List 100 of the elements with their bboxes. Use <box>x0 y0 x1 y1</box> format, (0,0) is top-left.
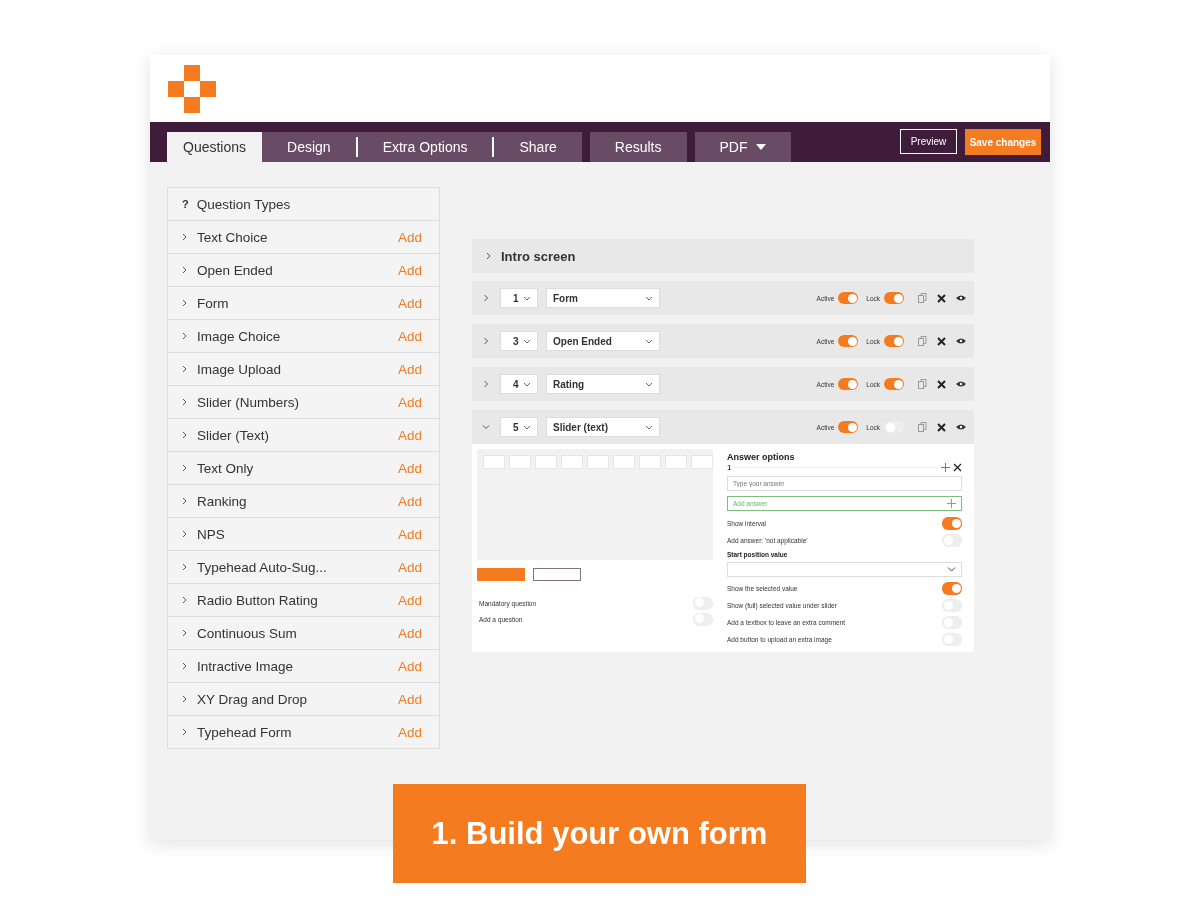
chevron-icon[interactable] <box>482 380 490 388</box>
question-type-label: Text Only <box>197 460 255 476</box>
active-toggle[interactable] <box>838 335 859 347</box>
move-icon[interactable] <box>941 463 950 472</box>
tab[interactable]: Results <box>589 132 687 162</box>
question-type-label: Intractive Image <box>197 658 295 674</box>
chevron-icon <box>182 497 187 505</box>
eye-icon[interactable] <box>956 381 966 387</box>
question-type-item[interactable]: Open Ended Add <box>168 254 439 287</box>
caption-banner: 1. Build your own form <box>393 784 806 883</box>
tab[interactable]: PDF <box>694 132 791 162</box>
lock-toggle[interactable] <box>884 335 904 347</box>
close-icon[interactable] <box>937 422 946 432</box>
question-type-item[interactable]: Radio Button Rating Add <box>168 584 439 617</box>
chevron-icon <box>182 332 187 340</box>
intro-bar[interactable]: Intro screen <box>472 239 974 273</box>
chevron-icon <box>182 398 187 406</box>
lock-toggle[interactable] <box>884 378 904 390</box>
preview-box <box>587 455 609 469</box>
question-type-label: Continuous Sum <box>197 625 298 641</box>
preview-box <box>665 455 687 469</box>
question-type-item[interactable]: Text Choice Add <box>168 221 439 254</box>
close-icon[interactable] <box>937 293 946 303</box>
preview-box <box>535 455 557 469</box>
question-type-item[interactable]: Slider (Text) Add <box>168 419 439 452</box>
preview-box <box>561 455 583 469</box>
tab[interactable]: Questions <box>167 132 263 162</box>
chevron-icon[interactable] <box>482 423 490 431</box>
chevron-down-icon <box>645 295 653 301</box>
copy-icon[interactable] <box>918 293 927 303</box>
tab[interactable]: Extra Options <box>357 132 493 162</box>
chevron-down-icon <box>523 338 531 344</box>
chevron-down-icon <box>523 424 531 430</box>
question-type-item[interactable]: Continuous Sum Add <box>168 617 439 650</box>
question-type-item[interactable]: Intractive Image Add <box>168 650 439 683</box>
question-type-item[interactable]: Form Add <box>168 287 439 320</box>
option-toggle[interactable] <box>942 582 962 595</box>
question-type-item[interactable]: Image Choice Add <box>168 320 439 353</box>
chevron-icon[interactable] <box>482 294 490 302</box>
preview-box <box>639 455 661 469</box>
chevron-icon <box>182 464 187 472</box>
active-toggle[interactable] <box>838 378 859 390</box>
question-type-label: Typehead Auto-Sug... <box>197 559 328 575</box>
tab[interactable]: Design <box>262 132 356 162</box>
chevron-down-icon <box>523 295 531 301</box>
question-type-item[interactable]: Ranking Add <box>168 485 439 518</box>
plus-icon <box>947 499 956 508</box>
chevron-icon <box>182 233 187 241</box>
start-position-select[interactable] <box>727 562 962 577</box>
question-mark: ? <box>182 198 189 210</box>
copy-icon[interactable] <box>918 336 927 346</box>
number-select[interactable]: 4 <box>500 374 538 394</box>
question-type-label: Slider (Numbers) <box>197 394 301 410</box>
preview-button[interactable]: Preview <box>900 129 957 154</box>
chevron-down-icon <box>947 567 956 572</box>
question-type-label: Ranking <box>197 493 248 509</box>
chevron-icon <box>182 695 187 703</box>
option-toggle[interactable] <box>942 517 962 530</box>
question-type-item[interactable]: Text Only Add <box>168 452 439 485</box>
question-type-item[interactable]: Typehead Auto-Sug... Add <box>168 551 439 584</box>
question-type-label: Open Ended <box>197 262 274 278</box>
chevron-icon <box>182 431 187 439</box>
question-type-item[interactable]: Slider (Numbers) Add <box>168 386 439 419</box>
chevron-icon <box>182 530 187 538</box>
type-select[interactable]: Rating <box>546 374 660 394</box>
active-toggle[interactable] <box>838 421 859 433</box>
question-type-item[interactable]: XY Drag and Drop Add <box>168 683 439 716</box>
number-select[interactable]: 5 <box>500 417 538 437</box>
answer-index: 1 <box>727 463 732 472</box>
close-icon[interactable] <box>953 463 962 472</box>
question-type-item[interactable]: Image Upload Add <box>168 353 439 386</box>
eye-icon[interactable] <box>956 295 966 301</box>
active-toggle[interactable] <box>838 292 859 304</box>
answer-options-title: Answer options <box>727 452 796 462</box>
question-type-label: Slider (Text) <box>197 427 270 443</box>
preview-box <box>509 455 531 469</box>
outline-button-shape <box>533 568 581 581</box>
chevron-down-icon <box>645 424 653 430</box>
eye-icon[interactable] <box>956 338 966 344</box>
question-type-item[interactable]: NPS Add <box>168 518 439 551</box>
question-type-label: XY Drag and Drop <box>197 691 309 707</box>
chevron-icon <box>182 299 187 307</box>
chevron-icon[interactable] <box>482 337 490 345</box>
chevron-icon <box>182 728 187 736</box>
type-select[interactable]: Form <box>546 288 660 308</box>
eye-icon[interactable] <box>956 424 966 430</box>
copy-icon[interactable] <box>918 422 927 432</box>
preview-box <box>613 455 635 469</box>
close-icon[interactable] <box>937 379 946 389</box>
type-select[interactable]: Open Ended <box>546 331 660 351</box>
preview-box <box>483 455 505 469</box>
close-icon[interactable] <box>937 336 946 346</box>
chevron-icon <box>182 563 187 571</box>
tab[interactable]: Share <box>494 132 582 162</box>
number-select[interactable]: 1 <box>500 288 538 308</box>
lock-toggle[interactable] <box>884 292 904 304</box>
question-type-item[interactable]: Typehead Form Add <box>168 716 439 749</box>
copy-icon[interactable] <box>918 379 927 389</box>
number-select[interactable]: 3 <box>500 331 538 351</box>
type-select[interactable]: Slider (text) <box>546 417 660 437</box>
